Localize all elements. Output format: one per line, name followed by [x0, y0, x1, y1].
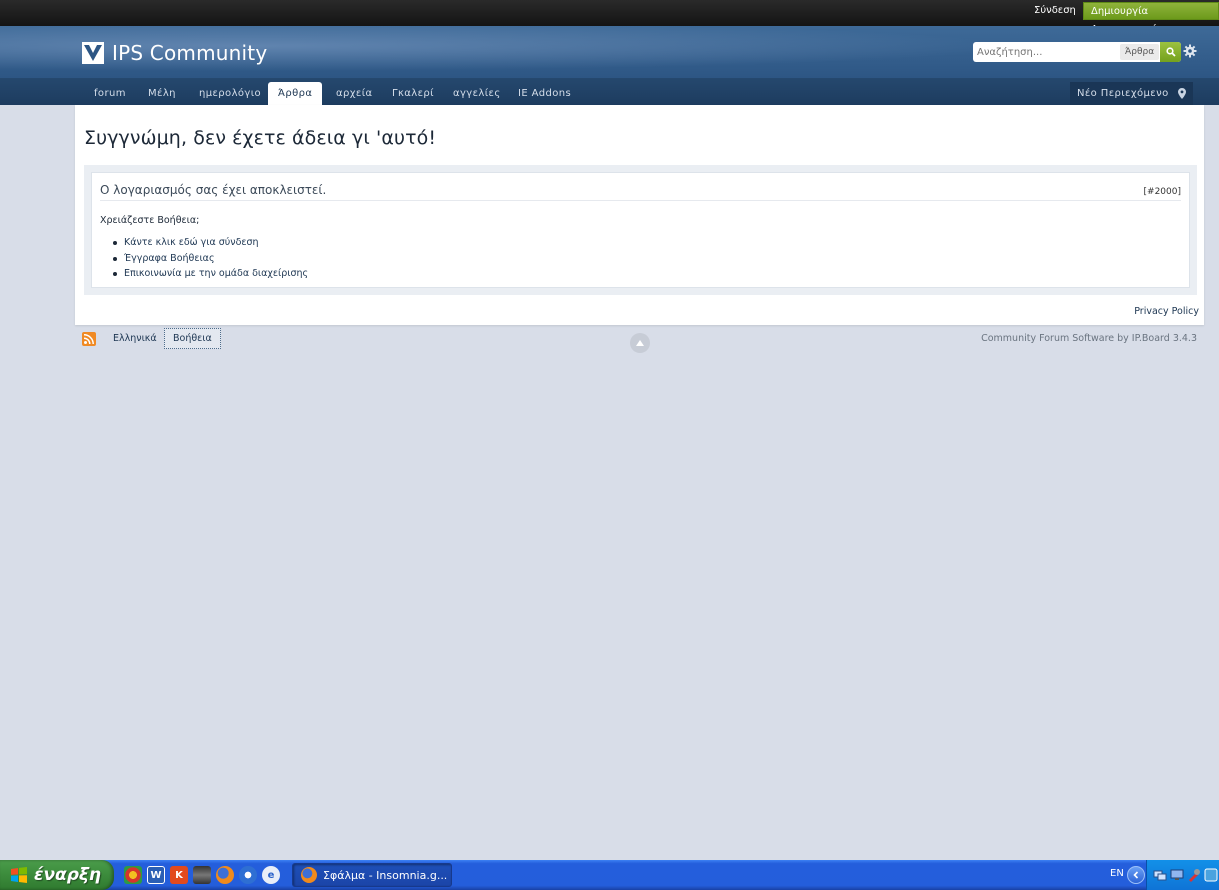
tab-classifieds[interactable]: αγγελίες — [443, 82, 511, 105]
new-content-button[interactable]: Νέο Περιεχόμενο — [1070, 82, 1176, 105]
contact-staff-link[interactable]: Επικοινωνία με την ομάδα διαχείρισης — [124, 268, 308, 279]
help-links-list: Κάντε κλικ εδώ για σύνδεση Έγγραφα Βοήθε… — [112, 235, 308, 282]
tab-ie-addons[interactable]: IE Addons — [508, 82, 581, 105]
task-label: Σφάλμα - Insomnia.g... — [323, 868, 448, 882]
language-selector[interactable]: Ελληνικά — [113, 333, 157, 344]
tools-icon[interactable] — [1187, 868, 1201, 882]
logo-text: IPS Community — [112, 41, 268, 65]
word-icon[interactable]: W — [147, 866, 165, 884]
player-icon[interactable] — [239, 866, 257, 884]
user-bar: Σύνδεση Δημιουργία Λογαριασμού — [0, 0, 1219, 35]
tab-calendar[interactable]: ημερολόγιο — [189, 82, 271, 105]
help-label: Χρειάζεστε Βοήθεια; — [100, 215, 200, 226]
page-title: Συγγνώμη, δεν έχετε άδεια γι 'αυτό! — [84, 127, 437, 149]
register-button[interactable]: Δημιουργία Λογαριασμού — [1083, 2, 1219, 35]
privacy-policy-link[interactable]: Privacy Policy — [1134, 306, 1199, 317]
main-content: Συγγνώμη, δεν έχετε άδεια γι 'αυτό! Ο λο… — [75, 105, 1204, 325]
start-label: έναρξη — [34, 865, 102, 885]
system-tray — [1146, 860, 1219, 890]
windows-flag-icon — [11, 867, 27, 883]
monitor-icon[interactable] — [1170, 868, 1184, 882]
error-code: [#2000] — [1143, 187, 1181, 197]
divider — [100, 200, 1181, 201]
search-button[interactable] — [1160, 42, 1181, 62]
k-icon[interactable]: K — [170, 866, 188, 884]
help-button[interactable]: Βοήθεια — [164, 328, 221, 349]
signin-link[interactable]: Σύνδεση — [1028, 0, 1082, 22]
start-button[interactable]: έναρξη — [0, 860, 114, 890]
quick-launch-bar: W K e — [124, 866, 280, 884]
tab-files[interactable]: αρχεία — [326, 82, 383, 105]
search-icon — [1165, 47, 1176, 57]
primary-nav: forum Μέλη ημερολόγιο Άρθρα αρχεία Γκαλε… — [0, 78, 1219, 105]
chevron-left-icon — [1133, 871, 1139, 879]
error-message-box: Ο λογαριασμός σας έχει αποκλειστεί. [#20… — [91, 172, 1190, 288]
ie-icon[interactable]: e — [262, 866, 280, 884]
gear-icon[interactable] — [1183, 44, 1197, 58]
search-box: Άρθρα — [973, 42, 1181, 62]
error-message-title: Ο λογαριασμός σας έχει αποκλειστεί. — [100, 183, 327, 197]
logo-mark-icon — [82, 42, 104, 64]
list-item: Κάντε κλικ εδώ για σύνδεση — [112, 235, 308, 251]
windows-taskbar: έναρξη W K e Σφάλμα - Insomnia.g... EN — [0, 860, 1219, 890]
search-scope[interactable]: Άρθρα — [1120, 44, 1160, 60]
signin-help-link[interactable]: Κάντε κλικ εδώ για σύνδεση — [124, 237, 259, 248]
input-language-indicator[interactable]: EN — [1110, 868, 1124, 879]
error-panel: Ο λογαριασμός σας έχει αποκλειστεί. [#20… — [84, 165, 1197, 295]
media-icon[interactable] — [193, 866, 211, 884]
network-icon[interactable] — [1153, 868, 1167, 882]
taskbar-window-button[interactable]: Σφάλμα - Insomnia.g... — [292, 863, 452, 887]
firefox-icon[interactable] — [216, 866, 234, 884]
site-logo[interactable]: IPS Community — [82, 40, 267, 66]
arrow-up-icon — [636, 340, 644, 346]
help-docs-link[interactable]: Έγγραφα Βοήθειας — [124, 253, 215, 264]
map-pin-icon — [1177, 88, 1186, 99]
list-item: Επικοινωνία με την ομάδα διαχείρισης — [112, 266, 308, 282]
header-branding: IPS Community Άρθρα — [0, 26, 1219, 78]
tab-members[interactable]: Μέλη — [138, 82, 186, 105]
copyright-text: Community Forum Software by IP.Board 3.4… — [981, 333, 1197, 344]
app-tray-icon[interactable] — [1204, 868, 1218, 882]
tab-forum[interactable]: forum — [84, 82, 136, 105]
back-to-top-button[interactable] — [630, 333, 650, 353]
rss-icon[interactable] — [82, 332, 96, 346]
list-item: Έγγραφα Βοήθειας — [112, 251, 308, 267]
tab-gallery[interactable]: Γκαλερί — [382, 82, 444, 105]
tab-articles[interactable]: Άρθρα — [268, 82, 322, 105]
firefox-icon — [301, 867, 317, 883]
search-input[interactable] — [973, 43, 1121, 61]
location-button[interactable] — [1170, 82, 1193, 105]
chrome-icon[interactable] — [124, 866, 142, 884]
tray-expand-button[interactable] — [1127, 866, 1145, 884]
